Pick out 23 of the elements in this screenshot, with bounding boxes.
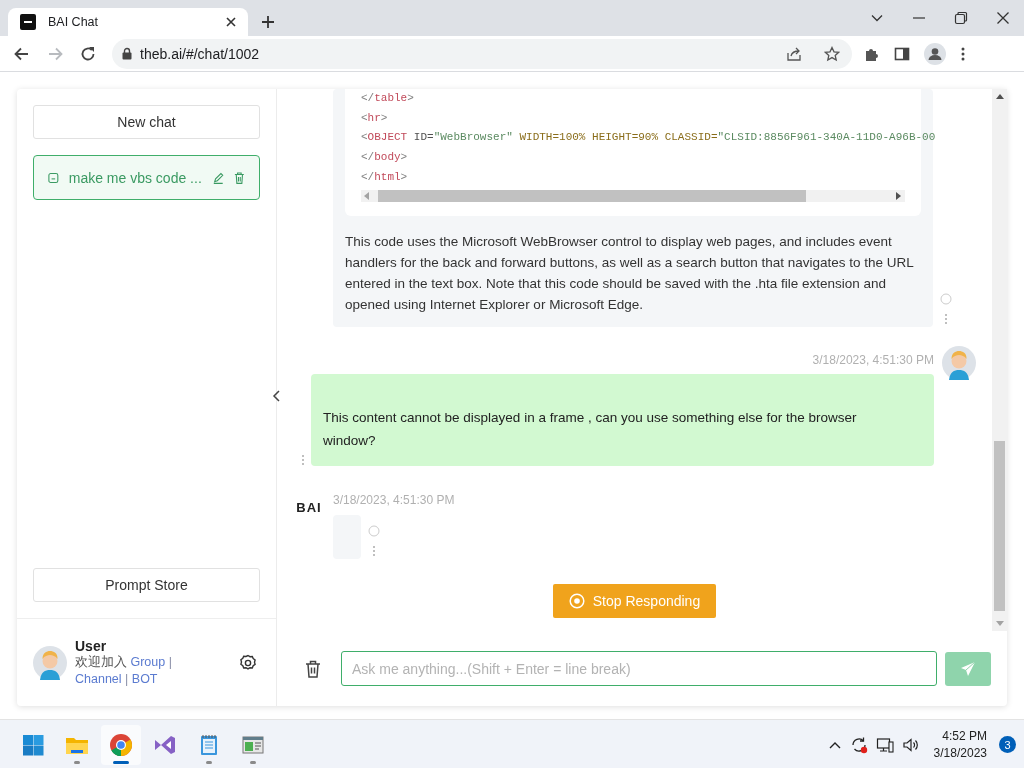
- link[interactable]: Channel: [75, 671, 122, 686]
- timestamp: 3/18/2023, 4:51:30 PM: [333, 491, 456, 508]
- link[interactable]: Group: [130, 654, 166, 669]
- browser-tab[interactable]: BAI Chat: [8, 8, 248, 36]
- chat-item[interactable]: make me vbs code ...: [33, 155, 260, 200]
- code-line: </body>: [361, 150, 408, 166]
- code-line: </table>: [361, 91, 414, 106]
- message-text: This code uses the Microsoft WebBrowser control to display web pages, and includes event handlers for the back and forward buttons, as well as a search button that navigates to the URL entered in the text box. Note that this code should be saved with the .hta file extension and opened using Internet Explorer or Microsoft Edge.: [345, 232, 915, 314]
- link[interactable]: BOT: [131, 671, 158, 686]
- code-line: <OBJECT ID="WebBrowser" WIDTH=100% HEIGHT=90% CLASSID="CLSID:8856F961-340A-11D0-A96B-00: [361, 130, 936, 146]
- code-line: <hr>: [361, 110, 388, 126]
- bot-logo: BAI: [296, 499, 322, 516]
- message-bubble: This content cannot be displayed in a frame , can you use something else for the browser window?: [311, 373, 934, 466]
- new-chat-button[interactable]: New chat: [33, 105, 260, 139]
- prompt-store-button[interactable]: Prompt Store: [33, 568, 260, 602]
- timestamp: 3/18/2023, 4:51:30 PM: [812, 351, 934, 368]
- join-text: 欢迎加入 Group | Channel | BOT: [75, 653, 173, 688]
- code-line: </html>: [361, 169, 408, 185]
- clock[interactable]: 4:52 PM 3/18/2023: [933, 727, 987, 762]
- message-input[interactable]: Ask me anything...(Shift + Enter = line break): [341, 651, 937, 686]
- address-bar[interactable]: theb.ai/#/chat/1002: [112, 38, 852, 69]
- notification-badge[interactable]: 3: [999, 736, 1016, 753]
- user-name: User: [75, 637, 108, 654]
